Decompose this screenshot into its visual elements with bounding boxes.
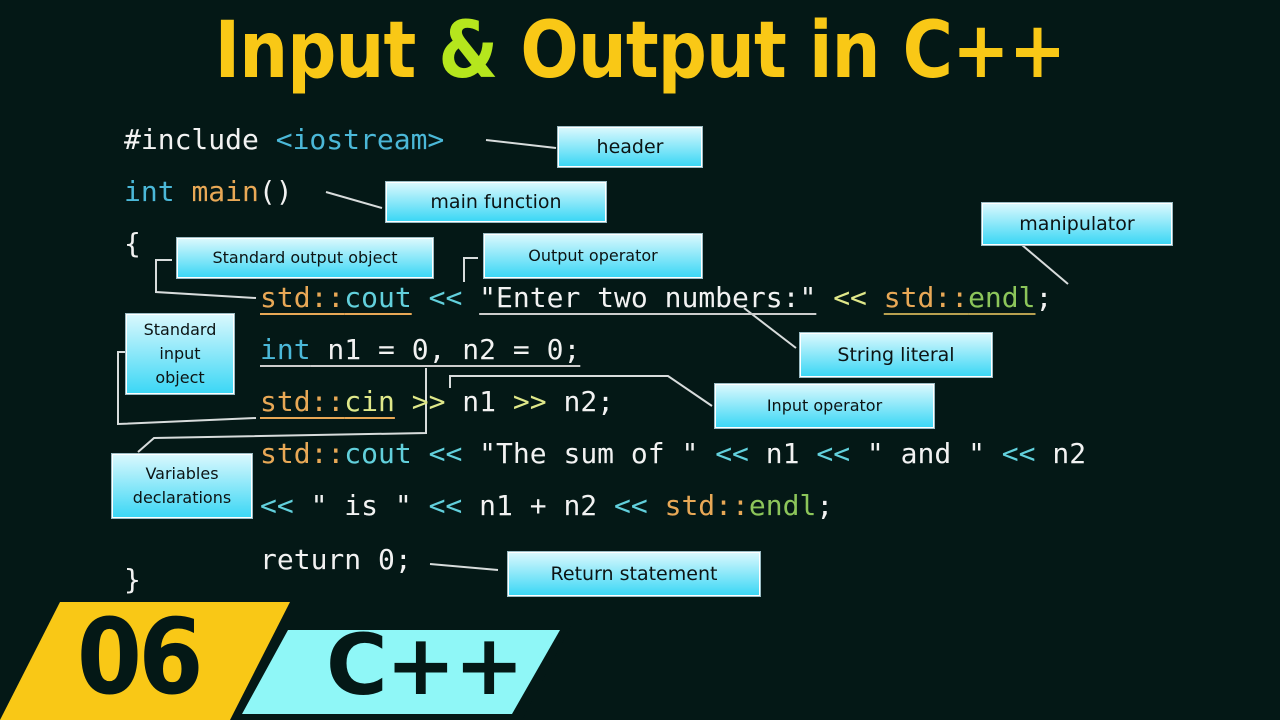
std-namespace: std::	[883, 281, 969, 314]
string-literal: "Enter two numbers:"	[479, 281, 817, 314]
std-namespace: std::	[260, 385, 345, 418]
connector-manipulator	[1021, 244, 1069, 285]
code-line-include: #include <iostream>	[124, 124, 444, 156]
code-line-declarations: int n1 = 0, n2 = 0;	[260, 334, 580, 366]
label-manipulator: manipulator	[982, 203, 1172, 245]
code-line-cout-sum: std::cout << "The sum of " << n1 << " an…	[260, 438, 1086, 470]
input-operator: >>	[512, 385, 547, 418]
cout-object: cout	[344, 437, 412, 470]
connector-return	[429, 563, 499, 571]
label-return-statement: Return statement	[508, 552, 760, 596]
output-operator: <<	[715, 437, 749, 470]
label-main-function: main function	[386, 182, 606, 222]
output-operator: <<	[614, 489, 648, 522]
semicolon: ;	[816, 489, 834, 522]
int-keyword: int	[260, 333, 311, 366]
output-operator: <<	[833, 281, 867, 314]
label-std-input-object: Standard input object	[126, 314, 234, 394]
input-operator: >>	[411, 385, 446, 418]
code-line-cout-result: << " is " << n1 + n2 << std::endl;	[260, 490, 833, 522]
endl-manipulator: endl	[748, 489, 817, 522]
language-name: C++	[326, 616, 524, 714]
sum-expression: n1 + n2	[462, 489, 615, 522]
string-literal: " is "	[293, 489, 429, 522]
output-operator: <<	[428, 281, 463, 314]
semicolon: ;	[1035, 281, 1053, 314]
code-line-main: int main()	[124, 176, 293, 208]
output-operator: <<	[260, 489, 294, 522]
main-name: main	[191, 175, 259, 208]
connector-header	[485, 139, 557, 149]
code-line-return: return 0;	[260, 543, 412, 576]
label-variables-declarations: Variables declarations	[112, 454, 252, 518]
variable-n2: n2	[1035, 437, 1087, 470]
code-line-cin: std::cin >> n1 >> n2;	[260, 386, 614, 418]
variable-n1: n1	[748, 437, 817, 470]
std-namespace: std::	[647, 489, 749, 522]
cout-object: cout	[344, 281, 412, 314]
output-operator: <<	[816, 437, 851, 470]
code-open-brace: {	[124, 227, 141, 260]
episode-number: 06	[76, 596, 204, 718]
string-literal: " and "	[850, 437, 1002, 470]
code-line-cout-prompt: std::cout << "Enter two numbers:" << std…	[260, 282, 1052, 314]
endl-manipulator: endl	[968, 281, 1036, 314]
variable-n2: n2;	[546, 385, 615, 418]
connector-output-operator	[463, 257, 478, 282]
cin-object: cin	[344, 385, 395, 418]
output-operator: <<	[1001, 437, 1036, 470]
label-std-output-object: Standard output object	[177, 238, 433, 278]
declaration-rest: n1 = 0, n2 = 0;	[310, 333, 581, 366]
label-output-operator: Output operator	[484, 234, 702, 278]
main-parens: ()	[258, 175, 293, 208]
connector-string-literal	[743, 307, 797, 349]
label-input-operator: Input operator	[715, 384, 934, 428]
variable-n1: n1	[445, 385, 513, 418]
output-operator: <<	[428, 437, 463, 470]
int-keyword: int	[124, 175, 175, 208]
std-namespace: std::	[260, 281, 345, 314]
include-header: <iostream>	[275, 123, 445, 156]
code-close-brace: }	[124, 563, 141, 596]
string-literal: "The sum of "	[462, 437, 716, 470]
connector-main-function	[325, 191, 383, 209]
label-string-literal: String literal	[800, 333, 992, 377]
std-namespace: std::	[260, 437, 345, 470]
output-operator: <<	[428, 489, 463, 522]
label-header: header	[558, 127, 702, 167]
include-directive: #include	[124, 123, 259, 156]
